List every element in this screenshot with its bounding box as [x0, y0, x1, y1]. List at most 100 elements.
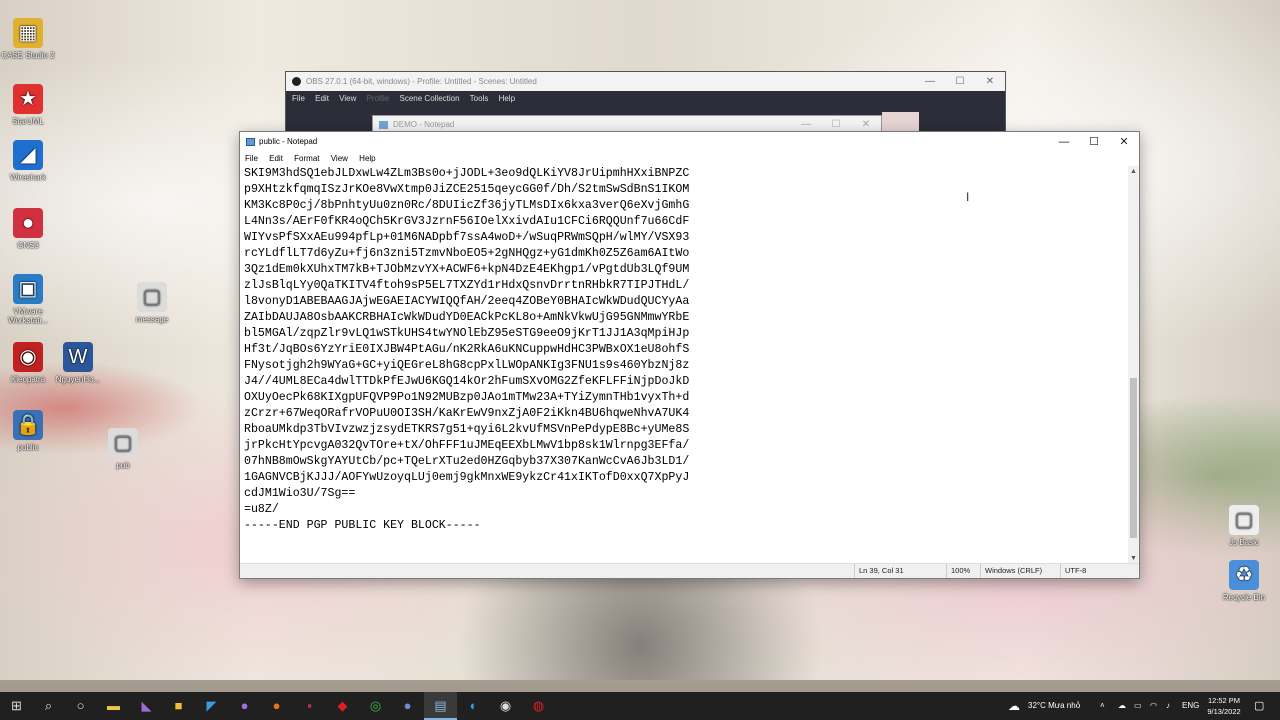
kleopatra-taskbar-icon[interactable]: ◍ — [522, 692, 555, 720]
search-icon[interactable]: ⌕ — [32, 692, 65, 720]
status-bar: Ln 39, Col 31 100% Windows (CRLF) UTF-8 — [240, 563, 1139, 578]
github-icon[interactable]: ● — [228, 692, 261, 720]
status-position: Ln 39, Col 31 — [854, 564, 904, 578]
desktop-icon-label: CASE Studio 2 — [1, 51, 55, 60]
start-icon[interactable]: ⊞ — [0, 692, 33, 720]
menu-format[interactable]: Format — [294, 154, 319, 163]
text-editor-area[interactable]: SKI9M3hdSQ1ebJLDxwLw4ZLm3Bs0o+jJODL+3eo9… — [240, 166, 1128, 564]
app-icon: ◢ — [13, 140, 43, 170]
clock[interactable]: 12:52 PM 9/13/2022 — [1202, 695, 1246, 717]
minimize-icon[interactable]: — — [1049, 132, 1079, 152]
close-icon[interactable]: ✕ — [1109, 132, 1139, 152]
wifi-icon[interactable]: ◠ — [1150, 692, 1157, 720]
notifications-icon[interactable]: ▢ — [1254, 692, 1264, 720]
app-icon: ★ — [13, 84, 43, 114]
clock-date: 9/13/2022 — [1207, 707, 1241, 716]
menu-view[interactable]: View — [331, 154, 348, 163]
obs-logo-icon — [292, 77, 301, 86]
desktop-icon-label: VMware Workstati... — [8, 307, 48, 325]
desktop-icon-vmware-workstati[interactable]: ▣ VMware Workstati... — [0, 274, 56, 325]
desktop-icon-label: Recycle Bin — [1222, 593, 1266, 602]
app-icon: ● — [13, 208, 43, 238]
desktop-icon-js-basic[interactable]: ▢ Js Basic — [1216, 505, 1272, 547]
obs-menu-edit[interactable]: Edit — [315, 94, 329, 103]
app-icon[interactable]: ◆ — [326, 692, 359, 720]
discord-icon[interactable]: ● — [391, 692, 424, 720]
desktop-icon-label: Wireshark — [9, 173, 46, 182]
minimize-icon[interactable]: — — [915, 72, 945, 91]
desktop-icon-label: NguyenHo... — [55, 375, 101, 384]
app-icon: W — [63, 342, 93, 372]
menu-help[interactable]: Help — [359, 154, 375, 163]
notepad-taskbar-icon[interactable]: ▤ — [424, 692, 457, 720]
desktop-icon-kleopatra[interactable]: ◉ Kleopatra — [0, 342, 56, 384]
demo-title: DEMO - Notepad — [393, 120, 455, 129]
close-icon[interactable]: ✕ — [975, 72, 1005, 91]
terminal-icon[interactable]: ▪ — [293, 692, 326, 720]
desktop-icon-staruml[interactable]: ★ StarUML — [0, 84, 56, 126]
network-icon[interactable]: ▭ — [1134, 692, 1142, 720]
clock-time: 12:52 PM — [1207, 696, 1241, 705]
status-encoding: UTF-8 — [1060, 564, 1086, 578]
desktop-icon-public[interactable]: 🔒 public — [0, 410, 56, 452]
weather-text[interactable]: 32°C Mưa nhỏ — [1028, 692, 1080, 720]
desktop-icon-label: message — [135, 315, 169, 324]
desktop-icon-label: public — [17, 443, 39, 452]
app-icon: ▢ — [108, 428, 138, 458]
tray-overflow-icon[interactable]: ˄ — [1100, 692, 1105, 720]
scroll-up-icon[interactable]: ▲ — [1128, 166, 1139, 177]
obs-menu-tools[interactable]: Tools — [470, 94, 489, 103]
desktop-icon-label: Kleopatra — [10, 375, 46, 384]
obs-title: OBS 27.0.1 (64-bit, windows) - Profile: … — [306, 77, 537, 86]
taskbar: ⊞ ⌕ ○ ▬ ◣ ■ ◤ ● ● ▪ ◆ ◎ ● ▤ ◐ ◉ ◍ ☁ 32°C… — [0, 692, 1280, 720]
desktop-icon-label: StarUML — [12, 117, 44, 126]
notepad-title: public - Notepad — [259, 137, 318, 146]
notepad-title-bar[interactable]: public - Notepad — ☐ ✕ — [240, 132, 1139, 152]
volume-icon[interactable]: ♪ — [1166, 692, 1170, 720]
chrome-icon[interactable]: ◎ — [359, 692, 392, 720]
language-indicator[interactable]: ENG — [1182, 692, 1199, 720]
obs-menu-file[interactable]: File — [292, 94, 305, 103]
weather-icon[interactable]: ☁ — [1008, 692, 1020, 720]
visual-studio-icon[interactable]: ◣ — [130, 692, 163, 720]
menu-edit[interactable]: Edit — [269, 154, 283, 163]
desktop-icon-gns3[interactable]: ● GNS3 — [0, 208, 56, 250]
obs-taskbar-icon[interactable]: ◉ — [489, 692, 522, 720]
desktop-icon-recycle-bin[interactable]: ♻ Recycle Bin — [1216, 560, 1272, 602]
maximize-icon[interactable]: ☐ — [1079, 132, 1109, 152]
file-explorer-icon[interactable]: ▬ — [97, 692, 130, 720]
desktop-icon-case-studio-2[interactable]: ▦ CASE Studio 2 — [0, 18, 56, 60]
scrollbar-thumb[interactable] — [1130, 378, 1137, 538]
obs-menu-view[interactable]: View — [339, 94, 356, 103]
notepad-icon — [379, 121, 388, 129]
obs-menu-scene-collection[interactable]: Scene Collection — [400, 94, 460, 103]
sticky-app-icon[interactable]: ■ — [162, 692, 195, 720]
app-icon: ♻ — [1229, 560, 1259, 590]
status-zoom: 100% — [946, 564, 970, 578]
vscode-icon[interactable]: ◤ — [195, 692, 228, 720]
obs-menu-help[interactable]: Help — [499, 94, 515, 103]
task-view-icon[interactable]: ○ — [64, 692, 97, 720]
postman-icon[interactable]: ● — [260, 692, 293, 720]
desktop-icon-nguyenho[interactable]: W NguyenHo... — [50, 342, 106, 384]
notepad-window[interactable]: public - Notepad — ☐ ✕ File Edit Format … — [239, 131, 1140, 579]
desktop-icon-wireshark[interactable]: ◢ Wireshark — [0, 140, 56, 182]
notepad-menu-bar: File Edit Format View Help — [240, 152, 1139, 166]
vertical-scrollbar[interactable]: ▲ ▼ — [1128, 166, 1139, 564]
maximize-icon[interactable]: ☐ — [945, 72, 975, 91]
obs-menu-bar: File Edit View Profile Scene Collection … — [286, 91, 1005, 106]
desktop-icon-message[interactable]: ▢ message — [124, 282, 180, 324]
menu-file[interactable]: File — [245, 154, 258, 163]
desktop-icon-label: pub — [116, 461, 130, 470]
app-icon: ▦ — [13, 18, 43, 48]
obs-menu-profile[interactable]: Profile — [367, 94, 390, 103]
app-icon: ▢ — [137, 282, 167, 312]
app-icon: ◉ — [13, 342, 43, 372]
onedrive-icon[interactable]: ☁ — [1118, 692, 1126, 720]
editor-text[interactable]: SKI9M3hdSQ1ebJLDxwLw4ZLm3Bs0o+jJODL+3eo9… — [240, 166, 1128, 534]
desktop-icon-pub[interactable]: ▢ pub — [95, 428, 151, 470]
notepad-icon — [246, 138, 255, 146]
obs-title-bar[interactable]: OBS 27.0.1 (64-bit, windows) - Profile: … — [286, 72, 1005, 91]
edge-icon[interactable]: ◐ — [457, 692, 490, 720]
app-icon: 🔒 — [13, 410, 43, 440]
